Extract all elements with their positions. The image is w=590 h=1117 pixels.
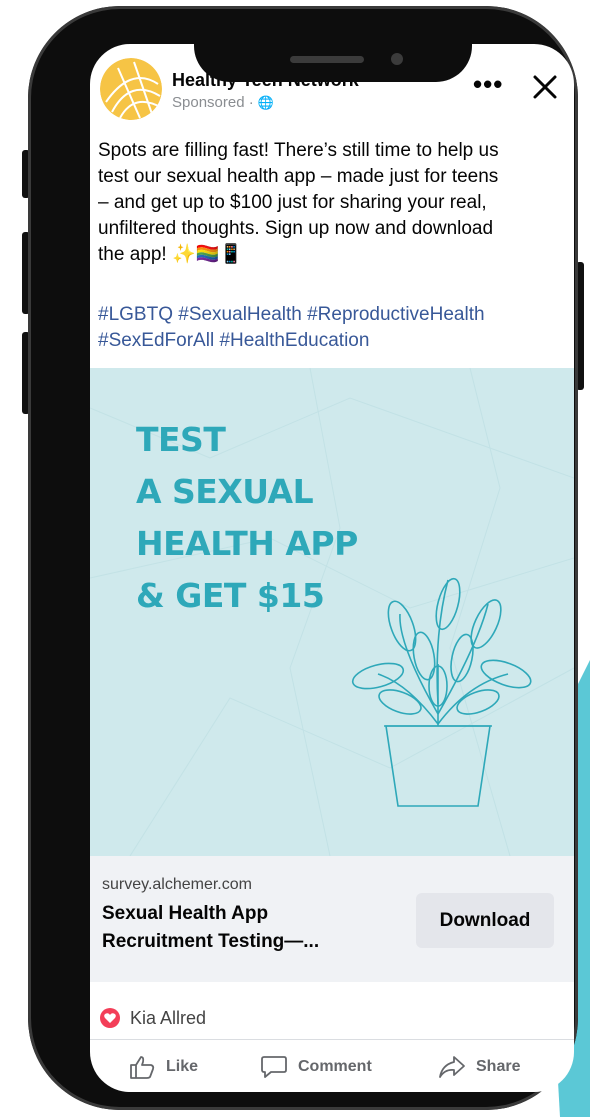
more-options-icon[interactable]: ••• — [473, 71, 503, 97]
like-label: Like — [166, 1058, 199, 1075]
comment-label: Comment — [298, 1058, 372, 1075]
sponsored-text: Sponsored · — [172, 94, 254, 111]
creative-line-2: A SEXUAL — [136, 472, 314, 511]
like-button[interactable]: Like — [128, 1054, 198, 1080]
download-button[interactable]: Download — [416, 893, 554, 948]
close-icon[interactable] — [530, 72, 560, 102]
plant-illustration — [351, 577, 532, 807]
phone-frame: Healthy Teen Network Sponsored · 🌐 ••• S… — [28, 6, 578, 1110]
post-hashtags[interactable]: #LGBTQ #SexualHealth #ReproductiveHealth… — [98, 302, 566, 354]
creative-line-1: TEST — [136, 420, 226, 459]
share-button[interactable]: Share — [438, 1054, 520, 1080]
link-title[interactable]: Sexual Health App Recruitment Testing—..… — [102, 900, 392, 956]
share-label: Share — [476, 1058, 521, 1075]
creative-line-3: HEALTH APP — [136, 524, 358, 563]
phone-notch — [194, 26, 472, 82]
comment-icon — [261, 1056, 287, 1078]
link-domain: survey.alchemer.com — [102, 876, 252, 893]
globe-icon: 🌐 — [257, 94, 274, 110]
post-body-text: Spots are filling fast! There’s still ti… — [98, 140, 499, 265]
post-actions-bar: Like Comment Share — [90, 1044, 574, 1090]
notch-speaker — [290, 56, 364, 63]
notch-camera — [391, 53, 403, 65]
phone-screen: Healthy Teen Network Sponsored · 🌐 ••• S… — [90, 44, 574, 1092]
thumbs-up-icon — [130, 1056, 155, 1079]
page-avatar[interactable] — [100, 58, 162, 120]
share-icon — [439, 1056, 465, 1078]
link-preview-bar[interactable]: survey.alchemer.com Sexual Health App Re… — [90, 856, 574, 982]
reactions-bar[interactable]: Kia Allred — [90, 994, 574, 1040]
ad-creative-image[interactable]: TEST A SEXUAL HEALTH APP & GET $15 — [90, 368, 574, 856]
comment-button[interactable]: Comment — [260, 1054, 372, 1080]
creative-line-4: & GET $15 — [136, 576, 325, 615]
reactor-name[interactable]: Kia Allred — [130, 1008, 206, 1029]
love-reaction-icon — [100, 1008, 120, 1028]
sponsored-label: Sponsored · 🌐 — [172, 94, 274, 111]
